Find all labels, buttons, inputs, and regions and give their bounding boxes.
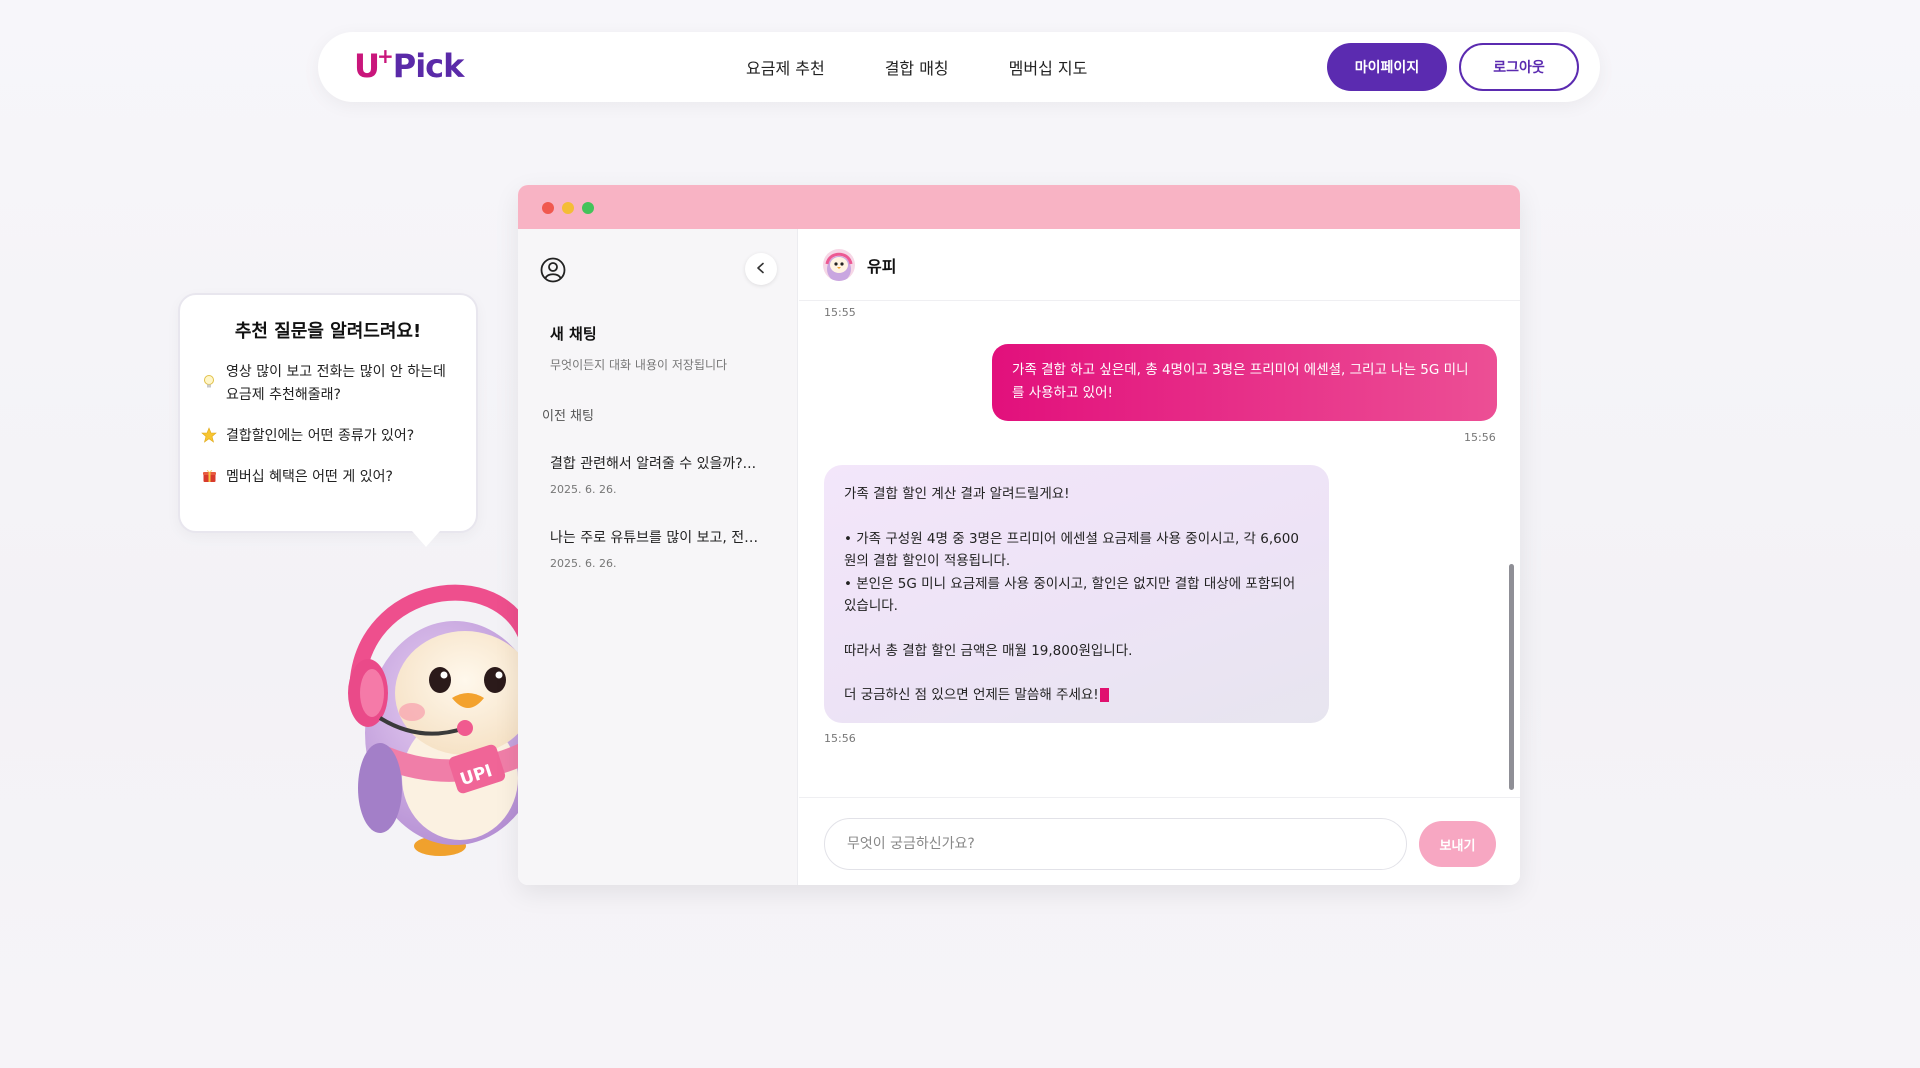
recommend-question-text: 멤버십 혜택은 어떤 게 있어? xyxy=(226,469,393,485)
bot-message-line: 따라서 총 결합 할인 금액은 매월 19,800원입니다. xyxy=(844,642,1133,659)
chat-history-item[interactable]: 나는 주로 유튜브를 많이 보고, 전… 2025. 6. 26. xyxy=(550,527,770,570)
chat-history-title: 결합 관련해서 알려줄 수 있을까?... xyxy=(550,456,757,472)
top-navbar: U+Pick 요금제 추천 결합 매칭 멤버십 지도 마이페이지 로그아웃 xyxy=(318,32,1600,102)
upick-logo[interactable]: U+Pick xyxy=(354,44,464,92)
message-timestamp: 15:55 xyxy=(824,306,856,319)
chat-header: 유피 xyxy=(799,229,1520,301)
chat-main: 유피 15:55 가족 결합 하고 싶은데, 총 4명이고 3명은 프리미어 에… xyxy=(799,229,1520,885)
bot-message-line: 더 궁금하신 점 있으면 언제든 말씀해 주세요! xyxy=(844,687,1099,703)
recommend-question-text: 결합할인에는 어떤 종류가 있어? xyxy=(226,428,415,444)
recommend-questions-card: 추천 질문을 알려드려요! 영상 많이 보고 전화는 많이 안 하는데 요금제 … xyxy=(178,293,478,547)
nav-link-plan-recommend[interactable]: 요금제 추천 xyxy=(746,55,825,79)
chat-history-date: 2025. 6. 26. xyxy=(550,483,617,496)
new-chat-title: 새 채팅 xyxy=(550,325,597,343)
star-icon xyxy=(200,426,218,447)
send-button[interactable]: 보내기 xyxy=(1419,821,1496,867)
new-chat-button[interactable]: 새 채팅 무엇이든지 대화 내용이 저장됩니다 xyxy=(550,323,770,373)
new-chat-subtitle: 무엇이든지 대화 내용이 저장됩니다 xyxy=(550,358,728,372)
bot-message-line: • 가족 구성원 4명 중 3명은 프리미어 에센셜 요금제를 사용 중이시고,… xyxy=(844,530,1299,570)
recommend-question-2[interactable]: 결합할인에는 어떤 종류가 있어? xyxy=(200,425,456,448)
message-composer: 보내기 xyxy=(799,797,1520,885)
user-message-bubble: 가족 결합 하고 싶은데, 총 4명이고 3명은 프리미어 에센셜, 그리고 나… xyxy=(992,344,1497,421)
messages-scrollbar[interactable] xyxy=(1509,564,1514,790)
recommend-question-3[interactable]: 멤버십 혜택은 어떤 게 있어? xyxy=(200,466,456,489)
chat-window: 새 채팅 무엇이든지 대화 내용이 저장됩니다 이전 채팅 결합 관련해서 알려… xyxy=(518,185,1520,885)
recommend-question-text: 영상 많이 보고 전화는 많이 안 하는데 요금제 추천해줄래? xyxy=(226,364,446,403)
previous-chats-label: 이전 채팅 xyxy=(542,409,594,424)
nav-link-bundle-matching[interactable]: 결합 매칭 xyxy=(885,55,949,79)
sidebar-collapse-button[interactable] xyxy=(745,253,777,285)
window-titlebar xyxy=(518,185,1520,229)
recommend-question-1[interactable]: 영상 많이 보고 전화는 많이 안 하는데 요금제 추천해줄래? xyxy=(200,361,456,407)
chevron-left-icon xyxy=(755,262,767,277)
typing-cursor xyxy=(1099,688,1109,702)
mypage-button[interactable]: 마이페이지 xyxy=(1327,43,1447,91)
gift-icon xyxy=(200,468,218,487)
message-timestamp: 15:56 xyxy=(824,732,856,745)
chat-history-item[interactable]: 결합 관련해서 알려줄 수 있을까?... 2025. 6. 26. xyxy=(550,453,770,496)
chat-sidebar: 새 채팅 무엇이든지 대화 내용이 저장됩니다 이전 채팅 결합 관련해서 알려… xyxy=(518,229,798,885)
chat-history-title: 나는 주로 유튜브를 많이 보고, 전… xyxy=(550,530,759,546)
window-maximize-dot[interactable] xyxy=(582,202,594,214)
penguin-mascot: UPI xyxy=(340,568,520,858)
window-minimize-dot[interactable] xyxy=(562,202,574,214)
bot-message-outro: 더 궁금하신 점 있으면 언제든 말씀해 주세요! xyxy=(844,684,1309,707)
user-profile-icon[interactable] xyxy=(540,257,566,283)
lightbulb-icon xyxy=(200,374,218,394)
nav-link-membership-map[interactable]: 멤버십 지도 xyxy=(1009,55,1088,79)
chat-history-date: 2025. 6. 26. xyxy=(550,557,617,570)
window-close-dot[interactable] xyxy=(542,202,554,214)
bot-message-line: 가족 결합 할인 계산 결과 알려드릴게요! xyxy=(844,486,1070,502)
bot-message-line: • 본인은 5G 미니 요금제를 사용 중이시고, 할인은 없지만 결합 대상에… xyxy=(844,575,1296,615)
chat-input[interactable] xyxy=(824,818,1407,870)
message-timestamp: 15:56 xyxy=(1464,431,1496,444)
bot-name: 유피 xyxy=(867,256,897,276)
recommend-title: 추천 질문을 알려드려요! xyxy=(234,321,422,342)
logout-button[interactable]: 로그아웃 xyxy=(1459,43,1579,91)
message-list[interactable]: 15:55 가족 결합 하고 싶은데, 총 4명이고 3명은 프리미어 에센셜,… xyxy=(799,302,1520,802)
bot-message-bubble: 가족 결합 할인 계산 결과 알려드릴게요! • 가족 구성원 4명 중 3명은… xyxy=(824,465,1329,723)
nav-links: 요금제 추천 결합 매칭 멤버십 지도 xyxy=(746,32,1087,102)
bot-avatar xyxy=(823,248,855,281)
